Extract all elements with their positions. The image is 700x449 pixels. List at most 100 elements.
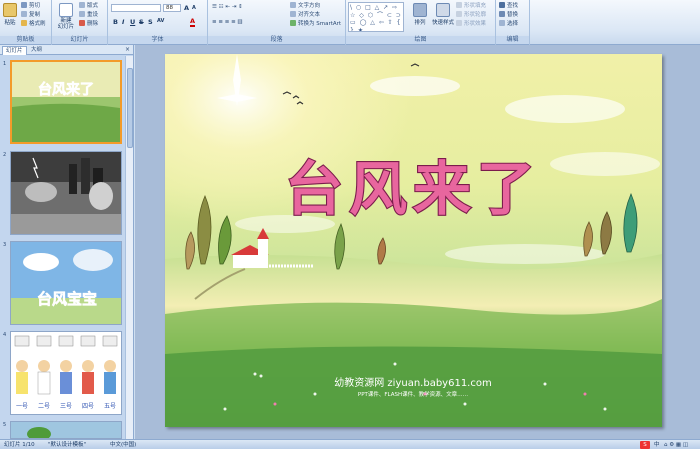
slide-thumbnail-3[interactable]: 台风宝宝 [10,241,122,325]
layout-icon [79,2,85,8]
svg-text:三号: 三号 [60,403,72,410]
cursor-icon [499,20,505,26]
quick-styles-icon [436,3,450,17]
paragraph-group: ☰ ☷ ⇤ ⇥ ⇕ ≡ ≡ ≡ ≡ ▥ 文字方向 对齐文本 转换为 SmartA… [208,0,346,45]
slides-group: 新建 幻灯片 版式 重设 删除 幻灯片 [52,0,108,45]
paste-button[interactable]: 粘贴 [2,3,18,26]
watermark-sub: PPT课件、FLASH课件、教学资源、文章…… [358,390,468,398]
language-indicator: 中文(中国) [110,442,137,448]
grow-font-icon[interactable]: A [184,4,189,12]
slides-pane: 幻灯片 大纲 × 1 台风来了 2 3 台风宝宝 4 一号 二号 三号 四号 五… [0,45,134,439]
quick-styles-button[interactable]: 快速样式 [432,3,454,26]
status-bar: 幻灯片 1/10 "默认设计模板" 中文(中国) S 中 ⌂ ⚙ ▦ ◫ [0,439,700,449]
font-name-box[interactable] [111,4,161,12]
shape-outline-button[interactable]: 形状轮廓 [456,11,486,19]
reset-button[interactable]: 重设 [79,11,98,19]
clipboard-group-label: 剪贴板 [0,36,51,44]
scissors-icon [21,2,27,8]
close-icon[interactable]: × [125,46,130,53]
clipboard-group: 粘贴 剪切 复制 格式刷 剪贴板 [0,0,52,45]
binoculars-icon [499,2,505,8]
align-text-button[interactable]: 对齐文本 [290,11,320,19]
editing-group-label: 编辑 [496,36,529,44]
drawing-group-label: 绘图 [346,36,495,44]
align-text-icon [290,11,296,17]
brush-icon [21,20,27,26]
arrange-icon [413,3,427,17]
slide-title: 台风来了 [285,155,541,223]
copy-button[interactable]: 复制 [21,11,40,19]
shapes-gallery[interactable]: \ ○ □ △ ↗ ⇨ ☆ ◇ ⬡ ⌒ ⊂ ⊃ ▭ ◯ △ ⇦ ⇧ { } ★ [348,2,404,32]
slide-editor: 台风来了 幼教资源网 ziyuan.baby611.com PPT课件、FLAS… [135,45,700,439]
font-group: 88 A A B I U S S AV A 字体 [108,0,208,45]
new-slide-button[interactable]: 新建 幻灯片 [56,3,76,30]
slide-number: 3 [3,242,7,248]
thumb2-image [11,152,121,234]
underline-icon[interactable]: U [130,18,135,26]
format-painter-button[interactable]: 格式刷 [21,20,46,28]
shape-effects-button[interactable]: 形状效果 [456,20,486,28]
shrink-font-icon[interactable]: A [192,5,196,11]
arrange-button[interactable]: 排列 [410,3,430,26]
slide-thumbnail-5[interactable] [10,421,122,439]
fill-bucket-icon [456,2,462,8]
pane-tabs: 幻灯片 大纲 × [0,45,133,55]
replace-button[interactable]: 替换 [499,11,518,19]
font-group-label: 字体 [108,36,207,44]
tray-icons: ⌂ ⚙ ▦ ◫ [664,442,689,448]
replace-icon [499,11,505,17]
cut-button[interactable]: 剪切 [21,2,40,10]
current-slide[interactable]: 台风来了 幼教资源网 ziyuan.baby611.com PPT课件、FLAS… [165,54,662,427]
thumb3-image: 台风宝宝 [11,242,121,324]
font-size-box[interactable]: 88 [163,4,181,12]
slide-number: 5 [3,422,7,428]
ime-mode[interactable]: 中 [654,441,660,449]
svg-text:五号: 五号 [104,403,116,410]
svg-text:台风来了: 台风来了 [38,81,94,98]
slide-thumbnail-4[interactable]: 一号 二号 三号 四号 五号 [10,331,122,415]
slide-thumbnail-2[interactable] [10,151,122,235]
slide-number: 1 [3,61,7,67]
new-slide-icon [59,3,73,17]
bold-icon[interactable]: B [113,18,118,26]
clipboard-icon [3,3,17,17]
strikethrough-icon[interactable]: S [139,18,144,26]
delete-icon [79,20,85,26]
watermark-main: 幼教资源网 ziyuan.baby611.com [334,376,491,389]
bullets-icon[interactable]: ☰ ☷ ⇤ ⇥ ⇕ [212,3,243,11]
editing-group: 查找 替换 选择 编辑 [496,0,530,45]
slides-group-label: 幻灯片 [52,36,107,44]
font-color-icon[interactable]: A [190,18,196,27]
svg-text:四号: 四号 [82,403,94,410]
slide-thumbnail-1[interactable]: 台风来了 [10,60,122,144]
layout-button[interactable]: 版式 [79,2,98,10]
copy-icon [21,11,27,17]
tab-slides[interactable]: 幻灯片 [2,46,27,55]
svg-text:一号: 一号 [16,403,28,410]
ime-icon[interactable]: S [640,441,650,449]
tab-outline[interactable]: 大纲 [28,46,45,55]
effects-icon [456,20,462,26]
pane-scrollbar[interactable] [125,56,133,439]
slide-number: 2 [3,152,7,158]
text-direction-button[interactable]: 文字方向 [290,2,320,10]
convert-smartart-button[interactable]: 转换为 SmartArt [290,20,341,28]
text-direction-icon [290,2,296,8]
slide-counter: 幻灯片 1/10 [4,442,35,448]
align-icons[interactable]: ≡ ≡ ≡ ≡ ▥ [212,18,243,26]
italic-icon[interactable]: I [122,18,124,26]
paragraph-group-label: 段落 [208,36,345,44]
spacing-icon[interactable]: AV [157,18,164,24]
shape-fill-button[interactable]: 形状填充 [456,2,486,10]
thumb1-image: 台风来了 [12,62,120,142]
delete-button[interactable]: 删除 [79,20,98,28]
select-button[interactable]: 选择 [499,20,518,28]
slide-number: 4 [3,332,7,338]
pencil-icon [456,11,462,17]
shadow-icon[interactable]: S [148,18,153,26]
slide-illustration: 台风来了 幼教资源网 ziyuan.baby611.com PPT课件、FLAS… [165,54,662,427]
smartart-icon [290,20,296,26]
find-button[interactable]: 查找 [499,2,518,10]
scrollbar-thumb[interactable] [127,68,133,148]
ribbon: 粘贴 剪切 复制 格式刷 剪贴板 新建 幻灯片 版式 重设 删除 幻灯片 88 … [0,0,700,45]
